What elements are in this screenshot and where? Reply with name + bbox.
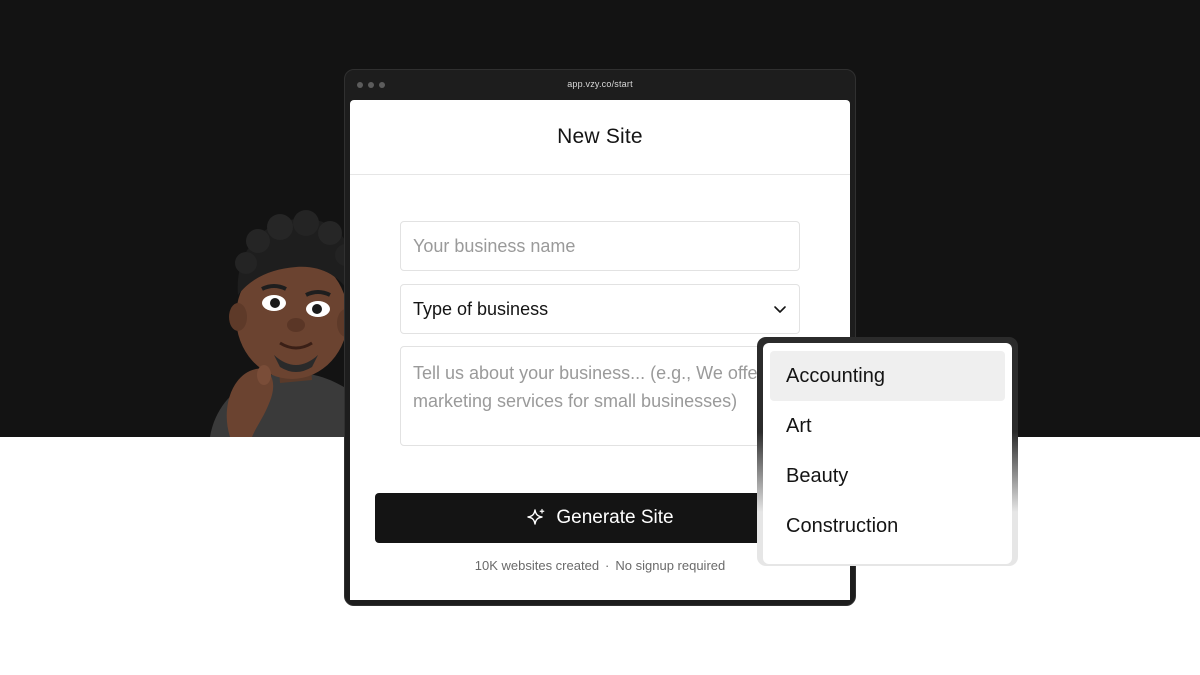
chevron-down-icon — [773, 302, 787, 316]
sparkle-icon — [526, 508, 546, 528]
dropdown-option-construction[interactable]: Construction — [770, 501, 1005, 551]
browser-titlebar: app.vzy.co/start — [345, 70, 855, 101]
dropdown-option-accounting[interactable]: Accounting — [770, 351, 1005, 401]
dropdown-option-art[interactable]: Art — [770, 401, 1005, 451]
business-description-placeholder: Tell us about your business... (e.g., We… — [413, 363, 764, 411]
page-header: New Site — [350, 100, 850, 175]
business-type-value: Type of business — [413, 298, 549, 319]
business-type-select[interactable]: Type of business — [400, 284, 800, 334]
generate-site-label: Generate Site — [556, 507, 674, 528]
business-name-placeholder: Your business name — [413, 235, 576, 256]
footnote-separator: · — [605, 558, 610, 573]
business-name-input[interactable]: Your business name — [400, 221, 800, 271]
business-description-textarea[interactable]: Tell us about your business... (e.g., We… — [400, 346, 800, 446]
business-type-dropdown: Accounting Art Beauty Construction — [763, 343, 1012, 564]
page-title: New Site — [557, 125, 643, 148]
no-signup-text: No signup required — [615, 558, 726, 573]
address-bar[interactable]: app.vzy.co/start — [345, 79, 855, 89]
dropdown-option-beauty[interactable]: Beauty — [770, 451, 1005, 501]
websites-created-text: 10K websites created — [474, 558, 600, 573]
